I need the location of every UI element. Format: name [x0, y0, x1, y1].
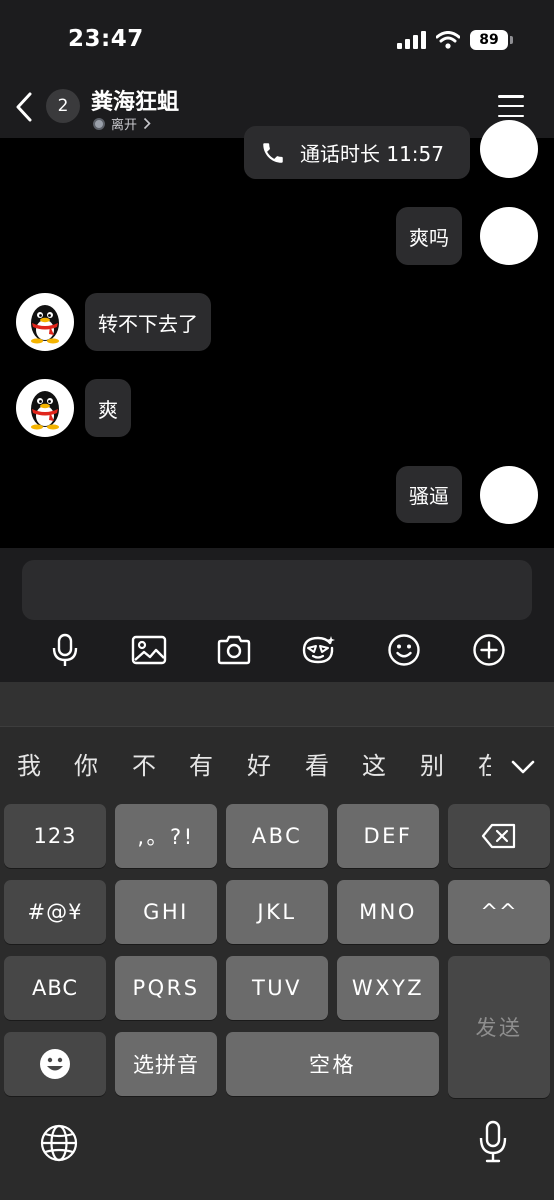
key-jkl[interactable]: JKL	[226, 880, 328, 944]
image-icon	[131, 635, 167, 665]
key-tuv[interactable]: TUV	[226, 956, 328, 1020]
my-avatar[interactable]	[480, 120, 538, 178]
keyboard-toolbar	[0, 682, 554, 726]
key-def[interactable]: DEF	[337, 804, 439, 868]
photo-button[interactable]	[129, 630, 169, 670]
key-wxyz[interactable]: WXYZ	[337, 956, 439, 1020]
penguin-avatar-icon	[31, 305, 59, 344]
key-symbols[interactable]: #@¥	[4, 880, 106, 944]
candidate-word[interactable]: 有	[189, 746, 213, 781]
sticker-button[interactable]	[298, 630, 338, 670]
presence-status[interactable]: 离开	[93, 114, 151, 133]
message-bubble-incoming[interactable]: 转不下去了	[85, 293, 211, 351]
emoji-button[interactable]	[384, 630, 424, 670]
message-bubble-outgoing[interactable]: 骚逼	[396, 466, 462, 523]
key-mno[interactable]: MNO	[337, 880, 439, 944]
message-text: 爽	[98, 397, 118, 422]
call-record-bubble[interactable]: 通话时长 11:57	[244, 126, 470, 179]
away-status-icon	[93, 117, 105, 130]
candidate-word[interactable]: 看	[305, 746, 329, 781]
peer-avatar[interactable]	[16, 379, 74, 437]
globe-icon	[40, 1124, 78, 1162]
message-bubble-incoming[interactable]: 爽	[85, 379, 131, 437]
camera-button[interactable]	[214, 630, 254, 670]
key-face[interactable]: ^^	[448, 880, 550, 944]
send-key[interactable]: 发送	[448, 956, 550, 1098]
candidate-word[interactable]: 这	[362, 746, 386, 781]
peer-avatar[interactable]	[16, 293, 74, 351]
message-text: 通话时长 11:57	[300, 142, 444, 166]
dictation-button[interactable]	[478, 1120, 508, 1164]
plus-icon	[473, 634, 505, 666]
key-english[interactable]: ABC	[4, 956, 106, 1020]
message-input[interactable]	[22, 560, 532, 620]
microphone-icon	[479, 1120, 507, 1163]
expand-candidates-button[interactable]	[506, 750, 540, 784]
chevron-down-icon	[511, 760, 535, 774]
my-avatar[interactable]	[480, 207, 538, 265]
my-avatar[interactable]	[480, 466, 538, 524]
status-indicators: 89	[397, 30, 513, 50]
candidate-word[interactable]: 你	[74, 746, 98, 781]
message-composer	[0, 548, 554, 682]
more-actions-button[interactable]	[469, 630, 509, 670]
space-key[interactable]: 空格	[226, 1032, 439, 1096]
candidate-word[interactable]: 好	[247, 746, 271, 781]
key-select-pinyin[interactable]: 选拼音	[115, 1032, 217, 1096]
key-abc[interactable]: ABC	[226, 804, 328, 868]
cellular-signal-icon	[397, 31, 426, 49]
candidate-word[interactable]: 我	[17, 746, 41, 781]
message-text: 爽吗	[409, 225, 449, 250]
candidate-word[interactable]: 在	[478, 746, 491, 781]
presence-label: 离开	[111, 118, 138, 133]
chat-header: 23:47 89 2 粪海狂蛆 离开	[0, 0, 554, 138]
peer-name: 粪海狂蛆	[91, 90, 180, 115]
penguin-avatar-icon	[31, 391, 59, 430]
voice-button[interactable]	[45, 630, 85, 670]
candidate-word[interactable]: 不	[132, 746, 156, 781]
more-menu-button[interactable]	[498, 95, 524, 117]
unread-count-badge: 2	[46, 89, 80, 123]
emoji-icon	[388, 634, 420, 666]
key-emoji[interactable]	[4, 1032, 106, 1096]
back-button[interactable]: 2	[14, 86, 96, 128]
key-punctuation[interactable]: ,。?!	[115, 804, 217, 868]
switch-keyboard-button[interactable]	[40, 1124, 78, 1162]
chevron-right-icon	[143, 117, 151, 130]
phone-icon	[263, 142, 283, 163]
key-ghi[interactable]: GHI	[115, 880, 217, 944]
emoji-icon	[40, 1049, 70, 1079]
wifi-icon	[436, 31, 460, 49]
battery-indicator: 89	[470, 30, 513, 50]
key-backspace[interactable]	[448, 804, 550, 868]
key-pqrs[interactable]: PQRS	[115, 956, 217, 1020]
status-time: 23:47	[68, 26, 144, 52]
message-text: 骚逼	[409, 484, 449, 508]
chevron-left-icon	[16, 92, 32, 122]
message-bubble-outgoing[interactable]: 爽吗	[396, 207, 462, 265]
candidate-word[interactable]: 别	[420, 746, 444, 781]
message-text: 转不下去了	[98, 311, 198, 336]
backspace-icon	[481, 823, 516, 849]
microphone-icon	[52, 633, 78, 666]
camera-icon	[217, 635, 251, 665]
sticker-icon	[302, 636, 335, 664]
key-123[interactable]: 123	[4, 804, 106, 868]
